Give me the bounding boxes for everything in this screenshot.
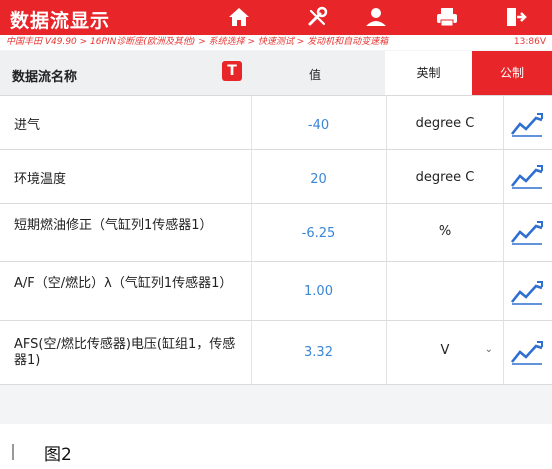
user-icon: [366, 8, 386, 26]
caption-marker: [12, 444, 14, 460]
line-chart-icon: [510, 281, 543, 305]
graph-button[interactable]: [510, 162, 544, 190]
home-icon: [229, 8, 249, 26]
row-name: A/F（空/燃比）λ（气缸列1传感器1）: [14, 276, 233, 291]
diagnostic-tool-button[interactable]: [305, 5, 333, 31]
table-row[interactable]: 环境温度 20 degree C: [0, 150, 552, 204]
footer-area: [0, 385, 552, 424]
table-row[interactable]: 进气 -40 degree C: [0, 96, 552, 150]
table-row[interactable]: AFS(空/燃比传感器)电压(缸组1，传感器1) 3.32 V ⌄: [0, 321, 552, 385]
page-title: 数据流显示: [10, 10, 111, 32]
unit-select[interactable]: V ⌄: [386, 321, 504, 384]
unit-cell[interactable]: %: [386, 204, 504, 261]
table-row[interactable]: A/F（空/燃比）λ（气缸列1传感器1） 1.00: [0, 262, 552, 321]
print-button[interactable]: [434, 5, 462, 31]
row-unit: %: [438, 224, 452, 239]
chevron-down-icon: ⌄: [484, 344, 493, 355]
graph-button[interactable]: [510, 218, 544, 246]
figure-caption: 图2: [44, 445, 72, 465]
table-header: 数据流名称 T 值 英制 公制: [0, 51, 552, 96]
row-unit: degree C: [415, 170, 475, 185]
row-unit: degree C: [415, 116, 475, 131]
unit-cell[interactable]: degree C: [386, 96, 504, 149]
home-button[interactable]: [226, 5, 254, 31]
title-bar: 数据流显示: [0, 0, 552, 35]
line-chart-icon: [510, 341, 543, 365]
row-name: 环境温度: [14, 172, 67, 187]
graph-button[interactable]: [510, 338, 544, 366]
settings-tool-icon: [308, 6, 328, 26]
row-value: -40: [307, 118, 330, 133]
row-value: 20: [310, 172, 327, 187]
unit-cell[interactable]: degree C: [386, 150, 504, 203]
imperial-units-button[interactable]: 英制: [385, 51, 472, 95]
row-name: 短期燃油修正（气缸列1传感器1）: [14, 218, 213, 233]
row-value: 3.32: [304, 345, 333, 360]
row-value: 1.00: [304, 284, 333, 299]
text-size-icon[interactable]: T: [222, 61, 242, 81]
row-name: 进气: [14, 118, 41, 133]
print-icon: [437, 8, 457, 27]
exit-icon: [507, 8, 527, 26]
line-chart-icon: [510, 165, 543, 189]
row-value: -6.25: [301, 226, 336, 241]
row-name: AFS(空/燃比传感器)电压(缸组1，传感器1): [14, 337, 236, 368]
graph-button[interactable]: [510, 110, 544, 138]
metric-units-button[interactable]: 公制: [472, 51, 552, 95]
graph-button[interactable]: [510, 278, 544, 306]
column-header-name: 数据流名称: [12, 70, 78, 85]
user-button[interactable]: [363, 5, 391, 31]
table-row[interactable]: 短期燃油修正（气缸列1传感器1） -6.25 %: [0, 204, 552, 262]
breadcrumb: 中国丰田 V49.90 > 16PIN诊断座(欧洲及其他) > 系统选择 > 快…: [0, 35, 552, 50]
breadcrumb-path: 中国丰田 V49.90 > 16PIN诊断座(欧洲及其他) > 系统选择 > 快…: [6, 37, 389, 47]
line-chart-icon: [510, 113, 543, 137]
app-screen: 数据流显示 中国丰田 V49.90 > 16PIN诊断座(欧洲及其他) > 系统…: [0, 0, 552, 424]
line-chart-icon: [510, 221, 543, 245]
unit-cell[interactable]: [386, 262, 504, 320]
status-time: 13:86V: [513, 37, 546, 47]
exit-button[interactable]: [502, 5, 530, 31]
column-header-value: 值: [309, 68, 322, 82]
